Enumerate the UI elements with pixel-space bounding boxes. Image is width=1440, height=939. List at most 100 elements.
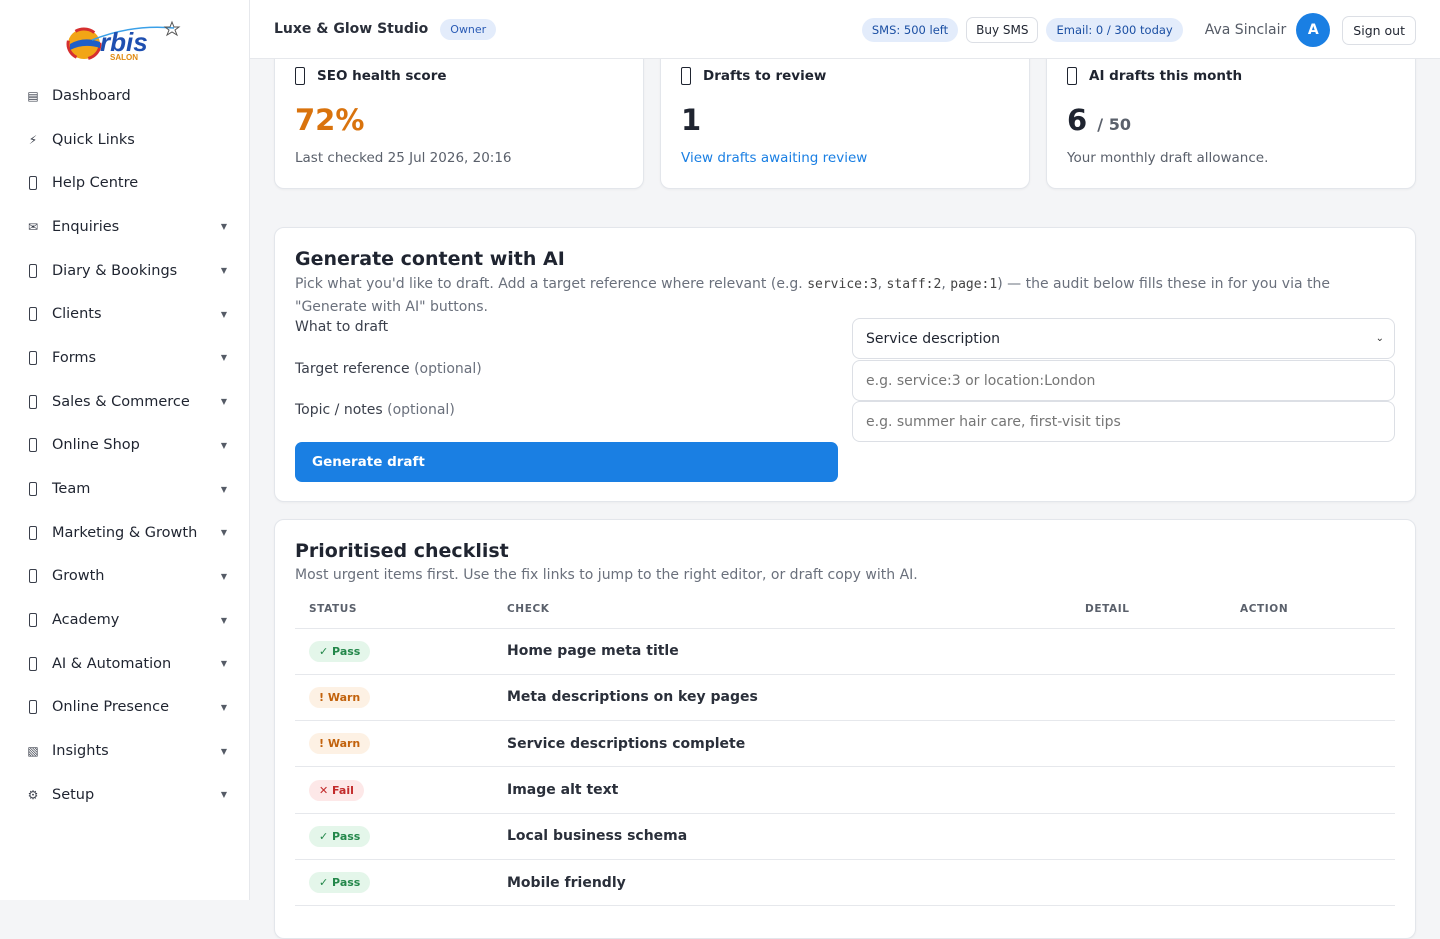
sidebar-item-setup[interactable]: ⚙ Setup ▼ bbox=[0, 773, 249, 817]
checklist-title: Prioritised checklist bbox=[295, 540, 509, 562]
table-row: ! Warn Meta descriptions on key pages bbox=[295, 674, 1395, 722]
sidebar-item-help-centre[interactable]: Help Centre bbox=[0, 161, 249, 205]
action-cell bbox=[1226, 674, 1395, 722]
sidebar-item-academy[interactable]: Academy ▼ bbox=[0, 598, 249, 642]
svg-text:SALON: SALON bbox=[110, 53, 138, 62]
generate-draft-button[interactable]: Generate draft bbox=[295, 442, 838, 482]
gear-icon: ⚙ bbox=[27, 787, 39, 802]
chevron-down-icon: ▼ bbox=[220, 571, 227, 581]
drafts-count: 1 bbox=[681, 103, 702, 137]
sidebar-item-diary-bookings[interactable]: Diary & Bookings ▼ bbox=[0, 249, 249, 293]
sidebar-item-label: Quick Links bbox=[52, 131, 135, 148]
sidebar-item-clients[interactable]: Clients ▼ bbox=[0, 292, 249, 336]
sidebar-item-forms[interactable]: Forms ▼ bbox=[0, 336, 249, 380]
sidebar-item-label: Clients bbox=[52, 306, 102, 323]
forms-icon bbox=[29, 350, 37, 365]
header-action: ACTION bbox=[1226, 590, 1395, 629]
action-cell bbox=[1226, 628, 1395, 675]
detail-cell bbox=[1071, 859, 1226, 907]
action-cell bbox=[1226, 859, 1395, 907]
check-name: Mobile friendly bbox=[493, 859, 1071, 907]
seo-icon bbox=[295, 67, 305, 85]
generate-content-card: Generate content with AI Pick what you'd… bbox=[274, 227, 1416, 502]
detail-cell bbox=[1071, 813, 1226, 860]
sidebar-item-label: Enquiries bbox=[52, 218, 120, 235]
chevron-down-icon: ▼ bbox=[220, 266, 227, 276]
header-check: CHECK bbox=[493, 590, 1071, 629]
status-badge: ! Warn bbox=[309, 733, 371, 755]
status-badge: ✕ Fail bbox=[309, 779, 364, 801]
sidebar-item-online-shop[interactable]: Online Shop ▼ bbox=[0, 424, 249, 468]
team-icon bbox=[29, 482, 37, 497]
sidebar-item-label: Sales & Commerce bbox=[52, 393, 190, 410]
view-drafts-link[interactable]: View drafts awaiting review bbox=[681, 150, 867, 166]
detail-cell bbox=[1071, 674, 1226, 722]
drafts-icon bbox=[681, 67, 691, 85]
topic-notes-label: Topic / notes (optional) bbox=[295, 402, 455, 418]
target-reference-label: Target reference (optional) bbox=[295, 361, 482, 377]
checklist-description: Most urgent items first. Use the fix lin… bbox=[295, 567, 918, 583]
chevron-down-icon: ▼ bbox=[220, 528, 227, 538]
topbar: Luxe & Glow Studio Owner SMS: 500 left B… bbox=[250, 0, 1440, 59]
status-cell: ✓ Pass bbox=[295, 628, 493, 675]
ai-drafts-limit: / 50 bbox=[1097, 115, 1131, 134]
header-status: STATUS bbox=[295, 590, 493, 629]
chevron-down-icon: ▼ bbox=[220, 746, 227, 756]
sidebar-item-quick-links[interactable]: ⚡ Quick Links bbox=[0, 118, 249, 162]
envelope-icon: ✉ bbox=[27, 219, 39, 234]
lightning-icon: ⚡ bbox=[28, 132, 38, 147]
table-row: ✓ Pass Home page meta title bbox=[295, 628, 1395, 675]
ai-drafts-card-title: AI drafts this month bbox=[1067, 67, 1242, 85]
sidebar-item-insights[interactable]: ▧ Insights ▼ bbox=[0, 729, 249, 773]
sidebar-item-sales-commerce[interactable]: Sales & Commerce ▼ bbox=[0, 380, 249, 424]
check-name: Service descriptions complete bbox=[493, 720, 1071, 768]
sign-out-button[interactable]: Sign out bbox=[1342, 15, 1416, 45]
shop-icon bbox=[29, 438, 37, 453]
growth-icon bbox=[29, 569, 37, 584]
chevron-down-icon: ▼ bbox=[220, 659, 227, 669]
status-badge: ✓ Pass bbox=[309, 872, 371, 894]
help-icon bbox=[29, 176, 37, 191]
sidebar-item-team[interactable]: Team ▼ bbox=[0, 467, 249, 511]
detail-cell bbox=[1071, 766, 1226, 814]
sidebar-item-marketing-growth[interactable]: Marketing & Growth ▼ bbox=[0, 511, 249, 555]
sidebar-item-label: Dashboard bbox=[52, 87, 131, 104]
sidebar-item-growth[interactable]: Growth ▼ bbox=[0, 555, 249, 599]
check-name: Meta descriptions on key pages bbox=[493, 674, 1071, 722]
calendar-icon bbox=[29, 263, 37, 278]
orbis-logo[interactable]: rbis SALON bbox=[62, 18, 186, 64]
draft-type-select[interactable]: Service description ⌄ bbox=[852, 318, 1395, 359]
target-reference-input[interactable] bbox=[852, 360, 1395, 401]
sidebar-item-label: Growth bbox=[52, 568, 105, 585]
chevron-down-icon: ▼ bbox=[220, 309, 227, 319]
role-badge: Owner bbox=[440, 18, 497, 40]
action-cell bbox=[1226, 720, 1395, 768]
status-badge: ✓ Pass bbox=[309, 640, 371, 662]
buy-sms-button[interactable]: Buy SMS bbox=[966, 17, 1039, 43]
chevron-down-icon: ▼ bbox=[220, 353, 227, 363]
draft-type-value: Service description bbox=[866, 330, 1001, 347]
sidebar-item-label: Setup bbox=[52, 786, 95, 803]
sidebar-item-label: Insights bbox=[52, 743, 109, 760]
sidebar: rbis SALON ▤ Dashboard ⚡ Quick Links Help Ce… bbox=[0, 0, 250, 900]
status-cell: ✕ Fail bbox=[295, 766, 493, 814]
sidebar-item-dashboard[interactable]: ▤ Dashboard bbox=[0, 74, 249, 118]
ai-drafts-card: AI drafts this month 6 / 50 Your monthly… bbox=[1046, 40, 1416, 189]
email-quota-badge: Email: 0 / 300 today bbox=[1046, 18, 1183, 42]
ai-drafts-icon bbox=[1067, 67, 1077, 85]
sidebar-item-online-presence[interactable]: Online Presence ▼ bbox=[0, 686, 249, 730]
sidebar-item-label: Help Centre bbox=[52, 175, 139, 192]
chevron-down-icon: ▼ bbox=[220, 484, 227, 494]
drafts-review-card: Drafts to review 1 View drafts awaiting … bbox=[660, 40, 1030, 189]
status-cell: ! Warn bbox=[295, 674, 493, 722]
avatar[interactable]: A bbox=[1296, 13, 1331, 47]
studio-name: Luxe & Glow Studio bbox=[274, 21, 429, 37]
seo-title-text: SEO health score bbox=[317, 68, 447, 84]
topic-notes-input[interactable] bbox=[852, 401, 1395, 442]
status-cell: ✓ Pass bbox=[295, 859, 493, 907]
chevron-down-icon: ▼ bbox=[220, 397, 227, 407]
academy-icon bbox=[29, 613, 37, 628]
header-detail: DETAIL bbox=[1071, 590, 1226, 629]
sidebar-item-ai-automation[interactable]: AI & Automation ▼ bbox=[0, 642, 249, 686]
sidebar-item-enquiries[interactable]: ✉ Enquiries ▼ bbox=[0, 205, 249, 249]
